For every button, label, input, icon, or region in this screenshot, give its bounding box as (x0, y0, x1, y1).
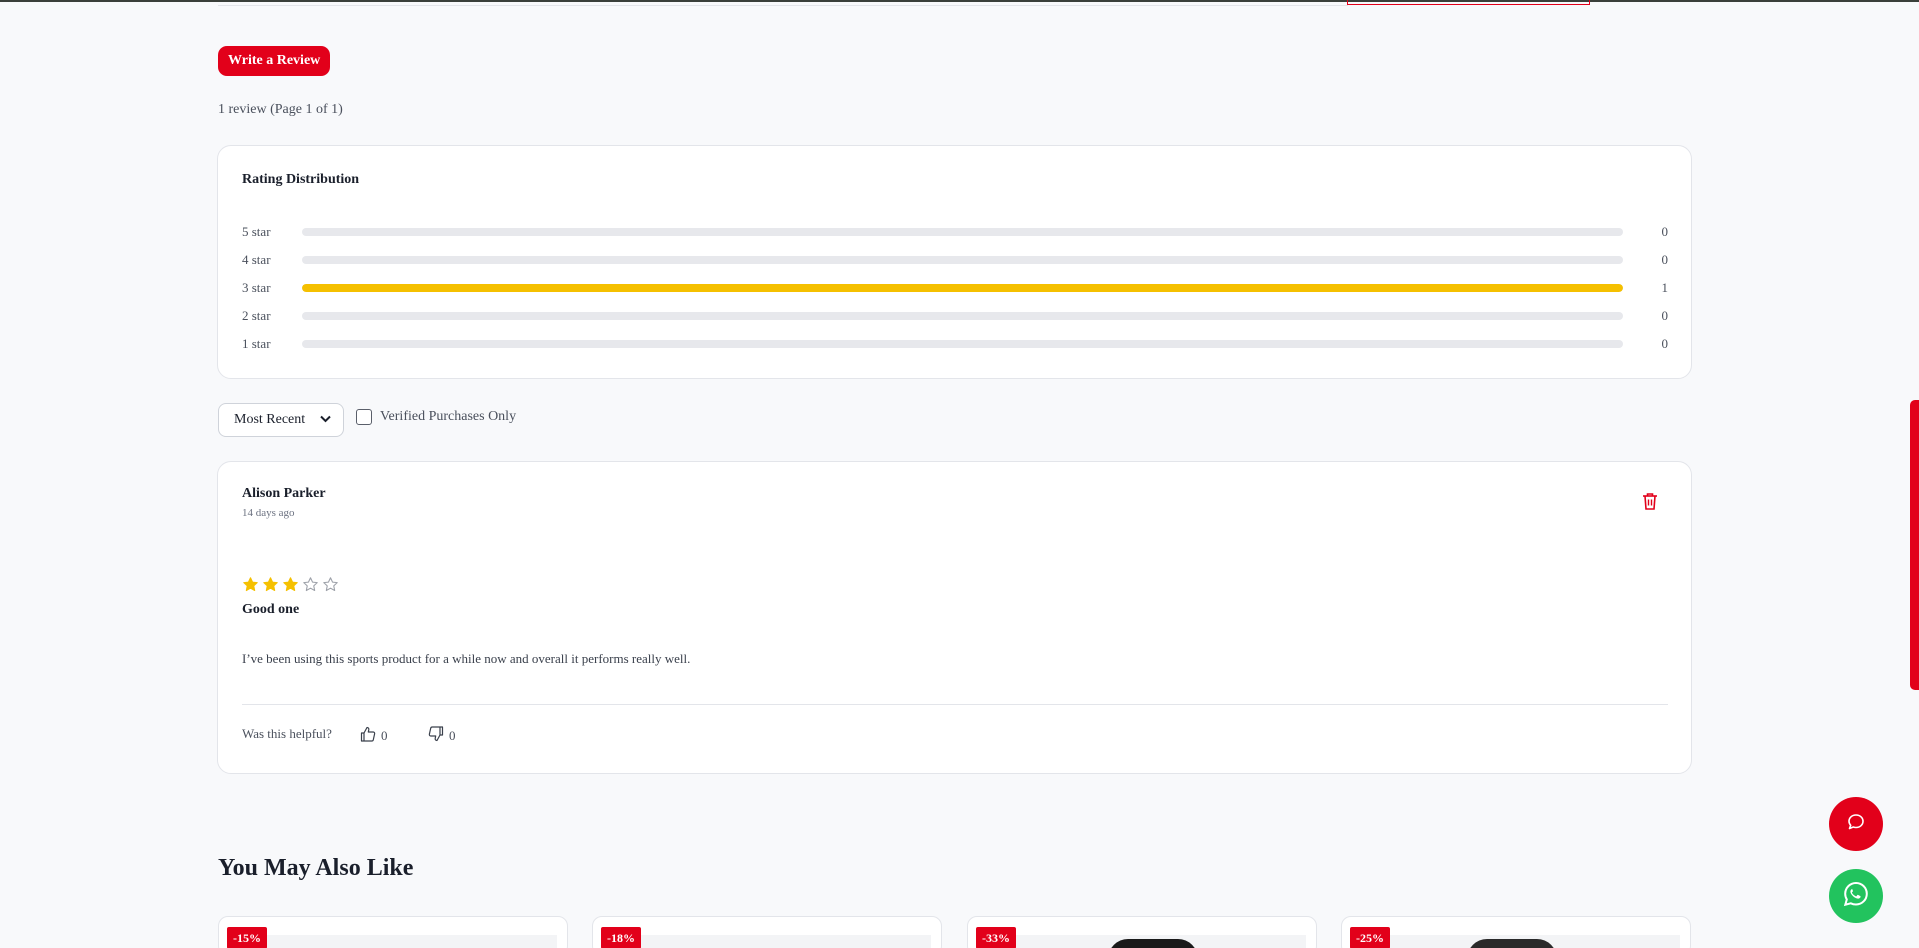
rating-distribution-card: Rating Distribution 5 star 0 4 star 0 3 star… (217, 145, 1692, 379)
chat-button[interactable] (1829, 797, 1883, 851)
trash-icon[interactable] (1642, 492, 1658, 510)
sort-selected-value: Most Recent (234, 412, 306, 427)
rating-row: 3 star 1 (242, 278, 1668, 298)
rating-bar-track (302, 256, 1623, 264)
rating-row-count: 0 (1661, 224, 1669, 239)
rating-row: 4 star 0 (242, 250, 1668, 270)
review-card: Alison Parker 14 days ago Good one I’ve … (217, 461, 1692, 774)
page-scrollbar[interactable] (1910, 400, 1919, 690)
star-empty-icon (302, 576, 319, 593)
rating-row: 2 star 0 (242, 306, 1668, 326)
discount-badge: -15% (227, 927, 267, 948)
reviewer-name: Alison Parker (242, 486, 326, 501)
rating-row-label: 3 star (242, 280, 271, 295)
rating-row-label: 1 star (242, 336, 271, 351)
product-image (605, 935, 931, 948)
top-divider (218, 5, 1348, 6)
star-empty-icon (322, 576, 339, 593)
sort-select[interactable]: Most Recent (218, 403, 344, 437)
top-red-box (1347, 0, 1590, 5)
thumbs-down-icon (428, 726, 444, 746)
review-title: Good one (242, 602, 300, 617)
product-card[interactable]: -33% (967, 916, 1317, 948)
rating-row-count: 0 (1661, 336, 1669, 351)
rating-row-count: 0 (1661, 252, 1669, 267)
rating-row-count: 0 (1661, 308, 1669, 323)
product-thumbnail-shape (1108, 939, 1198, 948)
rating-bar-track (302, 312, 1623, 320)
product-thumbnail-shape (1467, 939, 1557, 948)
verified-label: Verified Purchases Only (380, 409, 517, 424)
review-body: I’ve been using this sports product for … (242, 651, 691, 666)
rating-bar-track (302, 340, 1623, 348)
rating-bar-track (302, 228, 1623, 236)
rating-distribution-title: Rating Distribution (242, 172, 360, 187)
product-card[interactable]: -18% (592, 916, 942, 948)
rating-row-label: 5 star (242, 224, 271, 239)
helpful-label: Was this helpful? (242, 726, 332, 741)
top-edge-line (0, 0, 1919, 2)
review-divider (242, 704, 1668, 705)
product-image (231, 935, 557, 948)
rating-bar-track (302, 284, 1623, 292)
write-review-button[interactable]: Write a Review (218, 46, 331, 76)
star-filled-icon (242, 576, 259, 593)
helpful-no-count: 0 (449, 728, 456, 743)
rating-bar-fill (302, 284, 1623, 292)
rating-row: 1 star 0 (242, 334, 1668, 354)
related-heading: You May Also Like (218, 855, 414, 881)
rating-row-label: 2 star (242, 308, 271, 323)
star-filled-icon (282, 576, 299, 593)
discount-badge: -33% (976, 927, 1016, 948)
review-count: 1 review (Page 1 of 1) (218, 102, 343, 117)
verified-filter[interactable]: Verified Purchases Only (356, 409, 516, 425)
verified-checkbox[interactable] (356, 409, 372, 425)
review-date: 14 days ago (242, 507, 295, 519)
helpful-yes-count: 0 (381, 728, 388, 743)
chat-bubble-icon (1847, 813, 1865, 836)
helpful-no-button[interactable]: 0 (428, 726, 456, 746)
helpful-yes-button[interactable]: 0 (360, 726, 388, 746)
whatsapp-icon (1842, 880, 1870, 913)
rating-row-count: 1 (1661, 280, 1669, 295)
rating-stars (242, 576, 339, 593)
discount-badge: -18% (601, 927, 641, 948)
chevron-down-icon (320, 414, 331, 426)
product-card[interactable]: -15% (218, 916, 568, 948)
rating-row: 5 star 0 (242, 222, 1668, 242)
discount-badge: -25% (1350, 927, 1390, 948)
thumbs-up-icon (360, 726, 376, 746)
star-filled-icon (262, 576, 279, 593)
whatsapp-button[interactable] (1829, 869, 1883, 923)
rating-row-label: 4 star (242, 252, 271, 267)
product-card[interactable]: -25% (1341, 916, 1691, 948)
